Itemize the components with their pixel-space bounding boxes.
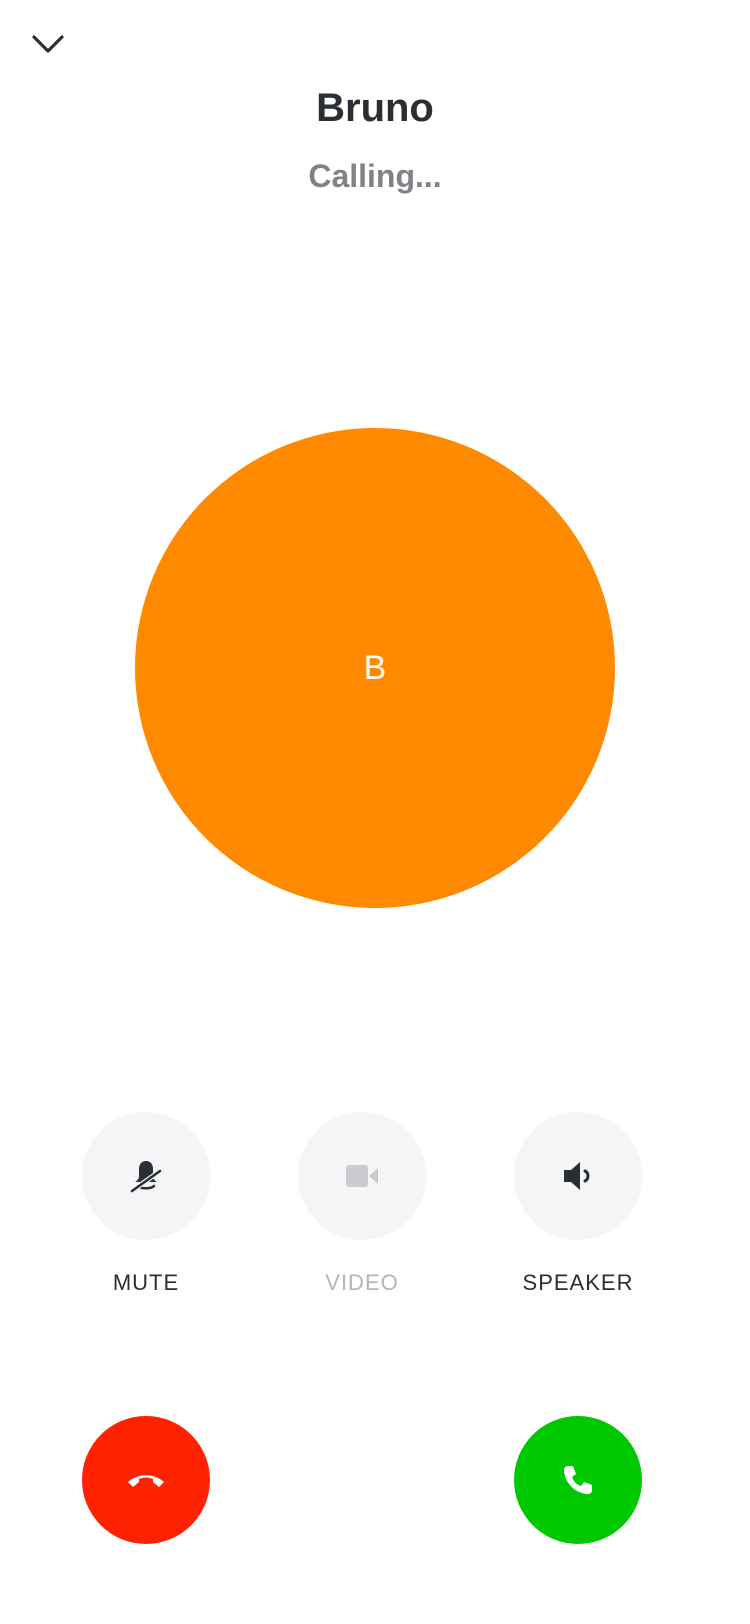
- avatar: B: [135, 428, 615, 908]
- call-screen: Bruno Calling... B MUTE VIDEO SPEAKER: [0, 0, 750, 1624]
- video-label: VIDEO: [325, 1270, 399, 1295]
- video-button[interactable]: [298, 1112, 426, 1240]
- speaker-button[interactable]: [514, 1112, 642, 1240]
- collapse-button[interactable]: [26, 24, 70, 64]
- speaker-control: SPEAKER: [498, 1112, 658, 1296]
- caller-name: Bruno: [316, 86, 434, 130]
- phone-hangup-icon: [128, 1475, 164, 1487]
- avatar-initial: B: [363, 648, 387, 687]
- chevron-down-icon: [32, 35, 64, 53]
- mute-control: MUTE: [66, 1112, 226, 1296]
- phone-icon: [564, 1466, 592, 1494]
- speaker-icon: [564, 1162, 590, 1190]
- call-status: Calling...: [308, 158, 442, 194]
- accept-call-button[interactable]: [514, 1416, 642, 1544]
- video-control: VIDEO: [282, 1112, 442, 1296]
- decline-call-button[interactable]: [82, 1416, 210, 1544]
- video-camera-icon: [346, 1165, 378, 1187]
- mute-label: MUTE: [112, 1270, 180, 1295]
- microphone-off-icon: [129, 1161, 163, 1194]
- speaker-label: SPEAKER: [522, 1270, 634, 1295]
- mute-button[interactable]: [82, 1112, 210, 1240]
